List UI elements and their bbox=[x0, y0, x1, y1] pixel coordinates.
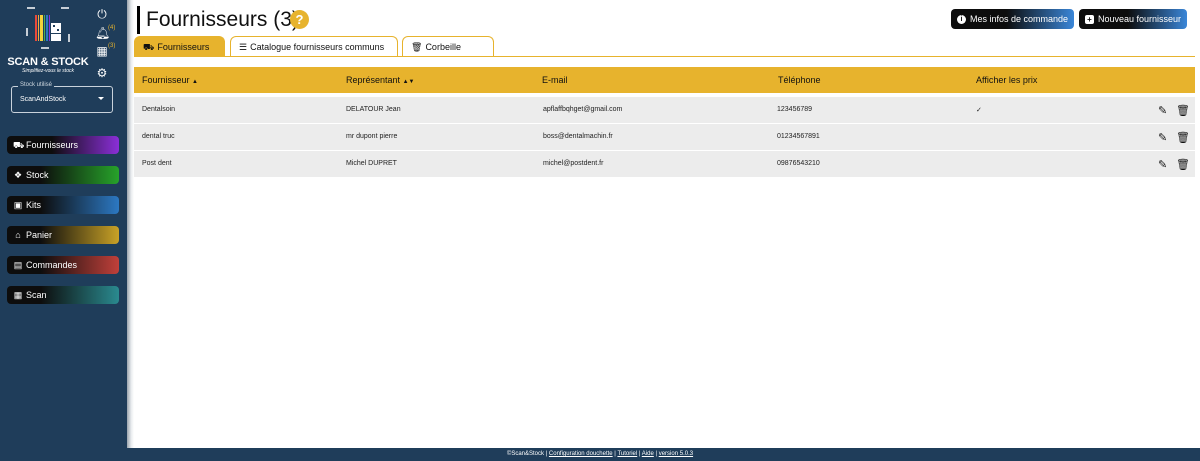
list-icon: ☰ bbox=[239, 42, 248, 52]
cell-email: michel@postdent.fr bbox=[543, 160, 604, 167]
footer-copyright: ©Scan&Stock bbox=[506, 451, 545, 457]
stock-select[interactable]: Stock utilisé ScanAndStock bbox=[11, 82, 113, 113]
nav-fournisseurs[interactable]: ⛟ Fournisseurs bbox=[7, 136, 119, 154]
cell-representant: mr dupont pierre bbox=[346, 133, 398, 140]
calendar-badge: (3) bbox=[108, 43, 116, 49]
order-info-button[interactable]: i Mes infos de commande bbox=[951, 9, 1075, 29]
table-row: Post dent Michel DUPRET michel@postdent.… bbox=[134, 151, 1195, 177]
nav-label: Panier bbox=[26, 230, 53, 240]
tab-fournisseurs[interactable]: ⛟ Fournisseurs bbox=[134, 36, 225, 57]
truck-icon: ⛟ bbox=[13, 140, 25, 150]
cell-fournisseur: Post dent bbox=[142, 160, 172, 167]
column-header-telephone: Téléphone bbox=[778, 75, 821, 85]
nav-label: Kits bbox=[26, 200, 42, 210]
brand-tagline: Simplifiez-vous le stock bbox=[22, 68, 74, 74]
nav-label: Fournisseurs bbox=[26, 140, 79, 150]
brand-name: SCAN & STOCK bbox=[7, 56, 89, 68]
table-row: Dentalsoin DELATOUR Jean apflaffbqhget@g… bbox=[134, 97, 1195, 123]
cell-email: apflaffbqhget@gmail.com bbox=[543, 106, 623, 113]
footer-link-version[interactable]: version 5.0.3 bbox=[659, 451, 693, 457]
nav-panier[interactable]: ⌂ Panier bbox=[7, 226, 119, 244]
cell-telephone: 123456789 bbox=[777, 106, 813, 113]
tabs-underline bbox=[134, 56, 1195, 57]
nav-kits[interactable]: ▣ Kits bbox=[7, 196, 119, 214]
column-header-afficher-prix: Afficher les prix bbox=[976, 75, 1038, 85]
trash-icon: 🗑︎ bbox=[411, 42, 423, 52]
cubes-icon: ❖ bbox=[13, 170, 23, 180]
nav-scan[interactable]: ▦ Scan bbox=[7, 286, 119, 304]
trash-icon[interactable]: 🗑︎ bbox=[1176, 104, 1190, 117]
trash-icon[interactable]: 🗑︎ bbox=[1176, 131, 1190, 144]
edit-icon[interactable]: ✎ bbox=[1158, 104, 1167, 117]
edit-icon[interactable]: ✎ bbox=[1158, 131, 1167, 144]
sort-icon: ▲▼ bbox=[402, 79, 415, 85]
cell-telephone: 09876543210 bbox=[777, 160, 820, 167]
trash-icon[interactable]: 🗑︎ bbox=[1176, 158, 1190, 171]
plus-icon: + bbox=[1085, 14, 1094, 24]
tab-label: Fournisseurs bbox=[157, 42, 210, 52]
power-icon[interactable]: ⏻ bbox=[95, 7, 109, 21]
tab-corbeille[interactable]: 🗑︎ Corbeille bbox=[402, 36, 494, 57]
footer-link-tutoriel[interactable]: Tutoriel bbox=[617, 451, 637, 457]
cell-telephone: 01234567891 bbox=[777, 133, 820, 140]
logo-icon bbox=[26, 7, 70, 49]
cell-email: boss@dentalmachin.fr bbox=[543, 133, 613, 140]
help-icon[interactable]: ? bbox=[290, 10, 309, 29]
edit-icon[interactable]: ✎ bbox=[1158, 158, 1167, 171]
bell-icon[interactable]: 🔔︎ bbox=[95, 26, 110, 40]
boxes-icon: ▣ bbox=[13, 200, 23, 210]
tab-label: Catalogue fournisseurs communs bbox=[250, 42, 385, 52]
new-supplier-button[interactable]: + Nouveau fournisseur bbox=[1079, 9, 1188, 29]
cell-fournisseur: Dentalsoin bbox=[142, 106, 176, 113]
cell-representant: DELATOUR Jean bbox=[346, 106, 401, 113]
new-supplier-label: Nouveau fournisseur bbox=[1098, 14, 1182, 24]
gear-icon[interactable]: ⚙ bbox=[95, 66, 109, 80]
clipboard-icon: ▤ bbox=[13, 260, 23, 270]
truck-icon: ⛟ bbox=[143, 42, 155, 52]
nav-stock[interactable]: ❖ Stock bbox=[7, 166, 119, 184]
cell-prix-check: ✓ bbox=[976, 107, 982, 114]
stock-select-value: ScanAndStock bbox=[20, 96, 66, 103]
title-accent-bar bbox=[137, 6, 140, 34]
page-title: Fournisseurs (3) bbox=[146, 8, 299, 31]
caret-down-icon bbox=[98, 97, 104, 100]
info-icon: i bbox=[957, 14, 966, 24]
calendar-icon[interactable]: ▦ bbox=[95, 44, 109, 58]
footer: ©Scan&Stock | Configuration douchette | … bbox=[0, 448, 1200, 461]
order-info-label: Mes infos de commande bbox=[970, 14, 1069, 24]
tab-label: Corbeille bbox=[425, 42, 461, 52]
footer-link-configuration[interactable]: Configuration douchette bbox=[549, 451, 613, 457]
column-header-representant[interactable]: Représentant ▲▼ bbox=[346, 75, 414, 85]
cell-fournisseur: dental truc bbox=[142, 133, 175, 140]
column-header-fournisseur[interactable]: Fournisseur ▲ bbox=[142, 75, 198, 85]
nav-label: Scan bbox=[26, 290, 47, 300]
basket-icon: ⌂ bbox=[15, 230, 21, 240]
sort-up-icon: ▲ bbox=[192, 79, 198, 85]
column-header-email: E-mail bbox=[542, 75, 568, 85]
notifications-badge: (4) bbox=[108, 25, 116, 31]
tab-catalogue[interactable]: ☰ Catalogue fournisseurs communs bbox=[230, 36, 398, 57]
table-row: dental truc mr dupont pierre boss@dental… bbox=[134, 124, 1195, 150]
stock-select-label: Stock utilisé bbox=[18, 82, 55, 88]
sidebar-shadow bbox=[127, 0, 134, 461]
cell-representant: Michel DUPRET bbox=[346, 160, 397, 167]
nav-label: Stock bbox=[26, 170, 49, 180]
footer-link-aide[interactable]: Aide bbox=[642, 451, 654, 457]
nav-label: Commandes bbox=[26, 260, 78, 270]
sidebar: SCAN & STOCK Simplifiez-vous le stock ⏻ … bbox=[0, 0, 127, 461]
qrcode-icon: ▦ bbox=[13, 290, 23, 300]
nav-commandes[interactable]: ▤ Commandes bbox=[7, 256, 119, 274]
table-header: Fournisseur ▲ Représentant ▲▼ E-mail Tél… bbox=[134, 67, 1195, 93]
